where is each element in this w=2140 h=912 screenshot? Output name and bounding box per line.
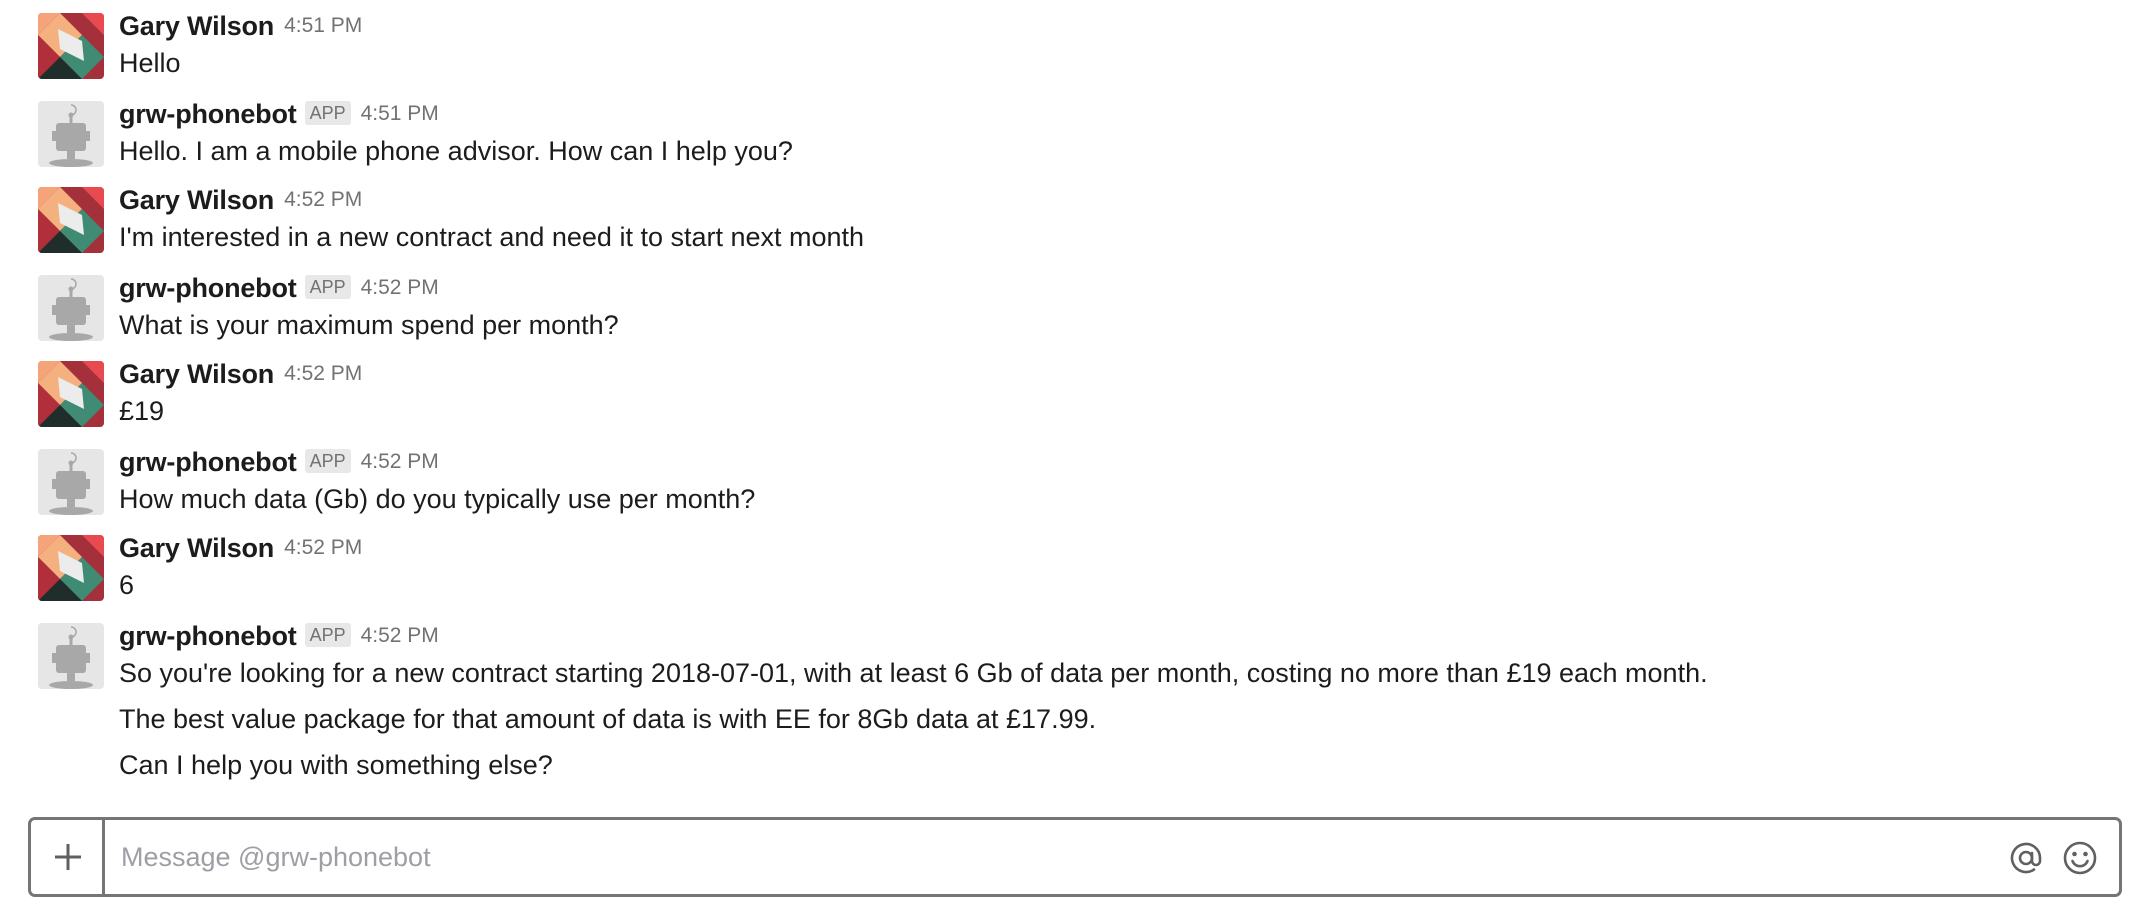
message-timestamp[interactable]: 4:52 PM (284, 188, 362, 212)
message-text: What is your maximum spend per month? (119, 310, 619, 340)
robot-icon (38, 623, 104, 689)
message-author[interactable]: Gary Wilson (119, 359, 274, 390)
message-timestamp[interactable]: 4:52 PM (361, 276, 439, 300)
message-header: Gary Wilson 4:52 PM (119, 355, 2079, 393)
message-author[interactable]: Gary Wilson (119, 11, 274, 42)
robot-icon (38, 101, 104, 167)
message-header: Gary Wilson 4:52 PM (119, 529, 2079, 567)
user-avatar[interactable] (38, 187, 104, 253)
message-header: grw-phonebot APP 4:51 PM (119, 95, 2079, 133)
message-timestamp[interactable]: 4:52 PM (361, 624, 439, 648)
emoji-icon (2063, 841, 2097, 875)
message-content: grw-phonebot APP 4:52 PM What is your ma… (119, 269, 2079, 343)
message-author[interactable]: Gary Wilson (119, 185, 274, 216)
message-author[interactable]: grw-phonebot (119, 99, 297, 130)
robot-icon (38, 449, 104, 515)
attach-button[interactable] (31, 820, 105, 894)
message-author[interactable]: Gary Wilson (119, 533, 274, 564)
message-timestamp[interactable]: 4:51 PM (361, 102, 439, 126)
message-content: grw-phonebot APP 4:52 PM How much data (… (119, 443, 2079, 517)
user-avatar-image (38, 361, 104, 427)
mention-button[interactable] (2008, 840, 2044, 876)
user-avatar[interactable] (38, 361, 104, 427)
message-header: grw-phonebot APP 4:52 PM (119, 617, 2079, 655)
user-avatar-image (38, 187, 104, 253)
app-badge: APP (304, 449, 351, 473)
user-avatar[interactable] (38, 535, 104, 601)
app-badge: APP (304, 101, 351, 125)
message-text: I'm interested in a new contract and nee… (119, 222, 865, 252)
message-text: Can I help you with something else? (119, 750, 553, 780)
bot-avatar[interactable] (38, 623, 104, 689)
bot-avatar[interactable] (38, 101, 104, 167)
message-content: grw-phonebot APP 4:52 PM So you're looki… (119, 617, 2079, 783)
message-text: Hello (119, 48, 181, 78)
message-timestamp[interactable]: 4:52 PM (284, 536, 362, 560)
app-badge: APP (304, 623, 351, 647)
message-content: Gary Wilson 4:52 PM 6 (119, 529, 2079, 603)
emoji-button[interactable] (2062, 840, 2098, 876)
message-composer (28, 817, 2122, 897)
message-text: £19 (119, 396, 165, 426)
app-badge: APP (304, 275, 351, 299)
message-timestamp[interactable]: 4:52 PM (284, 362, 362, 386)
message-header: Gary Wilson 4:51 PM (119, 7, 2079, 45)
message-text: So you're looking for a new contract sta… (119, 658, 1708, 688)
at-mention-icon (2010, 842, 2042, 874)
user-avatar-image (38, 13, 104, 79)
message-content: Gary Wilson 4:52 PM I'm interested in a … (119, 181, 2079, 255)
message-text: The best value package for that amount o… (119, 704, 1097, 734)
bot-avatar[interactable] (38, 449, 104, 515)
message-content: grw-phonebot APP 4:51 PM Hello. I am a m… (119, 95, 2079, 169)
message-text: 6 (119, 570, 135, 600)
message-header: grw-phonebot APP 4:52 PM (119, 443, 2079, 481)
robot-icon (38, 275, 104, 341)
user-avatar[interactable] (38, 13, 104, 79)
message-text: How much data (Gb) do you typically use … (119, 484, 756, 514)
message-header: Gary Wilson 4:52 PM (119, 181, 2079, 219)
plus-icon (55, 844, 81, 870)
message-content: Gary Wilson 4:51 PM Hello (119, 7, 2079, 81)
message-list: Gary Wilson 4:51 PM Hello grw-phonebot A… (0, 0, 2140, 800)
bot-avatar[interactable] (38, 275, 104, 341)
user-avatar-image (38, 535, 104, 601)
message-timestamp[interactable]: 4:52 PM (361, 450, 439, 474)
message-input[interactable] (121, 820, 2001, 894)
message-author[interactable]: grw-phonebot (119, 447, 297, 478)
message-author[interactable]: grw-phonebot (119, 273, 297, 304)
message-timestamp[interactable]: 4:51 PM (284, 14, 362, 38)
message-text: Hello. I am a mobile phone advisor. How … (119, 136, 793, 166)
message-author[interactable]: grw-phonebot (119, 621, 297, 652)
message-header: grw-phonebot APP 4:52 PM (119, 269, 2079, 307)
message-content: Gary Wilson 4:52 PM £19 (119, 355, 2079, 429)
